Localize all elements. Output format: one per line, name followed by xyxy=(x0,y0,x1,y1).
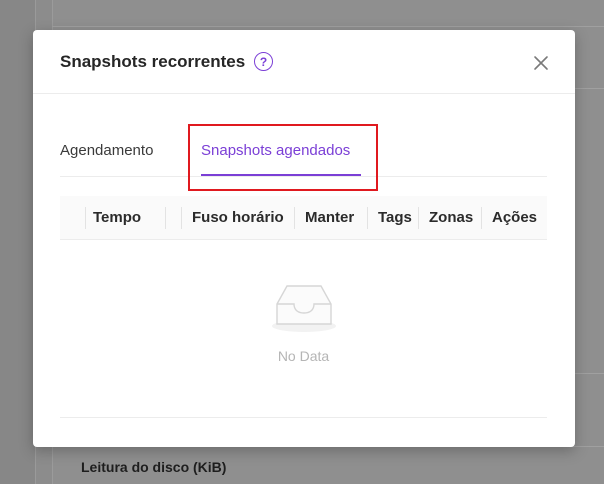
column-divider xyxy=(481,207,482,229)
column-divider xyxy=(367,207,368,229)
modal-header: Snapshots recorrentes ? xyxy=(33,30,575,94)
column-divider xyxy=(418,207,419,229)
table-header: Tempo Fuso horário Manter Tags Zonas Açõ… xyxy=(60,196,547,240)
inbox-icon xyxy=(272,285,336,332)
close-icon xyxy=(534,56,548,70)
tab-snapshots-agendados[interactable]: Snapshots agendados xyxy=(201,142,350,159)
column-divider xyxy=(85,207,86,229)
tab-bar: Agendamento Snapshots agendados xyxy=(60,125,547,177)
active-tab-indicator xyxy=(201,174,361,176)
background-sidebar xyxy=(0,0,36,484)
tab-agendamento[interactable]: Agendamento xyxy=(60,142,153,159)
background-section-title: Leitura do disco (KiB) xyxy=(81,459,227,475)
close-button[interactable] xyxy=(530,52,552,74)
column-divider xyxy=(294,207,295,229)
question-circle-icon[interactable]: ? xyxy=(254,52,273,71)
column-header-acoes[interactable]: Ações xyxy=(492,196,537,240)
recurring-snapshots-modal: Snapshots recorrentes ? Agendamento Snap… xyxy=(33,30,575,447)
column-divider xyxy=(181,207,182,229)
column-header-fuso-horario[interactable]: Fuso horário xyxy=(192,196,284,240)
modal-title: Snapshots recorrentes xyxy=(60,52,246,71)
background-divider xyxy=(52,26,604,27)
empty-state-text: No Data xyxy=(277,348,330,364)
column-header-tempo[interactable]: Tempo xyxy=(93,196,141,240)
column-header-manter[interactable]: Manter xyxy=(305,196,354,240)
scheduled-snapshots-table: Tempo Fuso horário Manter Tags Zonas Açõ… xyxy=(60,196,547,418)
column-header-tags[interactable]: Tags xyxy=(378,196,412,240)
column-header-zonas[interactable]: Zonas xyxy=(429,196,473,240)
column-divider xyxy=(165,207,166,229)
